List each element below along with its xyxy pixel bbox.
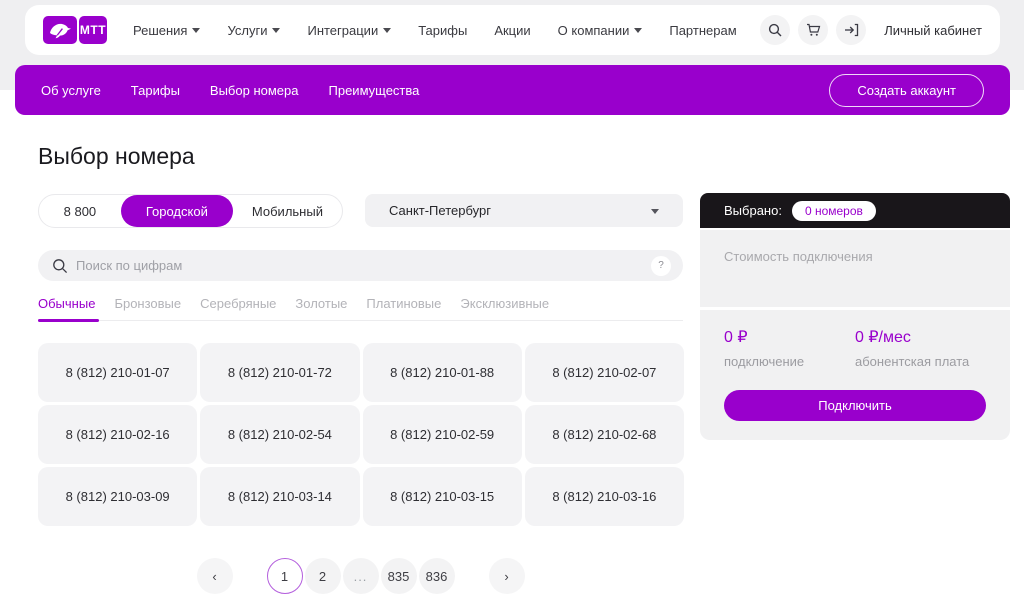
create-account-button[interactable]: Создать аккаунт: [829, 74, 984, 107]
logo-wordmark: МТТ: [79, 16, 107, 44]
monthly-price-block: 0 ₽/мес абонентская плата: [855, 327, 986, 369]
service-link-number-select[interactable]: Выбор номера: [210, 83, 299, 98]
connect-button[interactable]: Подключить: [724, 390, 986, 421]
search-icon: [52, 258, 68, 274]
main-header: МТТ Решения Услуги Интеграции Тарифы Акц…: [25, 5, 1000, 55]
phone-number-card[interactable]: 8 (812) 210-01-72: [200, 343, 359, 402]
tab-platinum[interactable]: Платиновые: [366, 296, 441, 311]
chevron-down-icon: [651, 209, 659, 214]
page-ellipsis: ...: [343, 558, 379, 594]
price-row: 0 ₽ подключение 0 ₽/мес абонентская плат…: [724, 327, 986, 369]
selected-label: Выбрано:: [724, 203, 782, 218]
phone-number-card[interactable]: 8 (812) 210-02-16: [38, 405, 197, 464]
chevron-down-icon: [634, 28, 642, 33]
bird-logo-icon: [43, 16, 77, 44]
nav-item-services[interactable]: Услуги: [227, 23, 280, 38]
phone-number-card[interactable]: 8 (812) 210-02-07: [525, 343, 684, 402]
nav-item-solutions[interactable]: Решения: [133, 23, 200, 38]
search-icon: [768, 23, 782, 37]
phone-number-card[interactable]: 8 (812) 210-03-09: [38, 467, 197, 526]
service-bar: Об услуге Тарифы Выбор номера Преимущест…: [15, 65, 1010, 115]
nav-item-label: Решения: [133, 23, 187, 38]
nav-item-partners[interactable]: Партнерам: [669, 23, 736, 38]
top-nav: Решения Услуги Интеграции Тарифы Акции О…: [133, 23, 737, 38]
nav-item-about[interactable]: О компании: [558, 23, 643, 38]
tab-silver[interactable]: Серебряные: [200, 296, 276, 311]
phone-number-card[interactable]: 8 (812) 210-03-16: [525, 467, 684, 526]
city-select[interactable]: Санкт-Петербург: [365, 194, 683, 227]
number-type-switcher: 8 800 Городской Мобильный: [38, 194, 343, 228]
phone-number-card[interactable]: 8 (812) 210-02-54: [200, 405, 359, 464]
phone-number-card[interactable]: 8 (812) 210-01-88: [363, 343, 522, 402]
phone-number-card[interactable]: 8 (812) 210-03-14: [200, 467, 359, 526]
tab-exclusive[interactable]: Эксклюзивные: [460, 296, 549, 311]
phone-number-card[interactable]: 8 (812) 210-03-15: [363, 467, 522, 526]
page-button-2[interactable]: 2: [305, 558, 341, 594]
phone-number-card[interactable]: 8 (812) 210-02-59: [363, 405, 522, 464]
nav-item-label: Партнерам: [669, 23, 736, 38]
search-button[interactable]: [760, 15, 790, 45]
segment-mobile[interactable]: Мобильный: [233, 195, 342, 227]
connect-price-block: 0 ₽ подключение: [724, 327, 855, 369]
digit-search: ?: [38, 250, 683, 281]
monthly-price-caption: абонентская плата: [855, 354, 986, 369]
nav-item-label: Акции: [494, 23, 530, 38]
service-link-benefits[interactable]: Преимущества: [329, 83, 420, 98]
service-link-tariffs[interactable]: Тарифы: [131, 83, 180, 98]
selected-count-badge: 0 номеров: [792, 201, 876, 221]
segment-city[interactable]: Городской: [121, 195, 233, 227]
city-select-value: Санкт-Петербург: [389, 203, 491, 218]
search-input[interactable]: [76, 258, 651, 273]
connect-price-caption: подключение: [724, 354, 855, 369]
chevron-down-icon: [272, 28, 280, 33]
pagination: ‹ 1 2 ... 835 836 ›: [38, 558, 683, 594]
nav-item-label: Интеграции: [307, 23, 378, 38]
nav-item-label: Тарифы: [418, 23, 467, 38]
page: МТТ Решения Услуги Интеграции Тарифы Акц…: [0, 0, 1024, 610]
connect-price-value: 0 ₽: [724, 327, 855, 347]
page-button-836[interactable]: 836: [419, 558, 455, 594]
cost-title: Стоимость подключения: [724, 249, 873, 264]
cart-summary-panel: 0 ₽ подключение 0 ₽/мес абонентская плат…: [700, 310, 1010, 440]
nav-item-integrations[interactable]: Интеграции: [307, 23, 391, 38]
page-button-1[interactable]: 1: [267, 558, 303, 594]
chevron-down-icon: [383, 28, 391, 33]
mtt-logo[interactable]: МТТ: [43, 16, 107, 44]
account-link[interactable]: Личный кабинет: [884, 23, 982, 38]
page-title: Выбор номера: [38, 143, 195, 170]
number-category-tabs: Обычные Бронзовые Серебряные Золотые Пла…: [38, 296, 683, 321]
monthly-price-value: 0 ₽/мес: [855, 327, 986, 347]
selection-cart: Выбрано: 0 номеров Стоимость подключения…: [700, 193, 1010, 440]
login-button[interactable]: [836, 15, 866, 45]
nav-item-tariffs[interactable]: Тарифы: [418, 23, 467, 38]
segment-8800[interactable]: 8 800: [39, 195, 121, 227]
tab-gold[interactable]: Золотые: [295, 296, 347, 311]
login-icon: [844, 23, 859, 37]
tab-bronze[interactable]: Бронзовые: [114, 296, 181, 311]
service-nav: Об услуге Тарифы Выбор номера Преимущест…: [41, 83, 419, 98]
cart-cost-panel: Стоимость подключения: [700, 230, 1010, 307]
header-actions: Личный кабинет: [760, 15, 982, 45]
nav-item-label: Услуги: [227, 23, 267, 38]
page-button-835[interactable]: 835: [381, 558, 417, 594]
nav-item-promos[interactable]: Акции: [494, 23, 530, 38]
cart-icon: [806, 23, 821, 37]
chevron-down-icon: [192, 28, 200, 33]
tab-regular[interactable]: Обычные: [38, 296, 95, 311]
search-help-badge[interactable]: ?: [651, 256, 671, 276]
phone-number-card[interactable]: 8 (812) 210-01-07: [38, 343, 197, 402]
nav-item-label: О компании: [558, 23, 630, 38]
phone-number-grid: 8 (812) 210-01-07 8 (812) 210-01-72 8 (8…: [38, 343, 684, 526]
service-link-about[interactable]: Об услуге: [41, 83, 101, 98]
next-page-button[interactable]: ›: [489, 558, 525, 594]
phone-number-card[interactable]: 8 (812) 210-02-68: [525, 405, 684, 464]
cart-header: Выбрано: 0 номеров: [700, 193, 1010, 228]
prev-page-button[interactable]: ‹: [197, 558, 233, 594]
cart-button[interactable]: [798, 15, 828, 45]
